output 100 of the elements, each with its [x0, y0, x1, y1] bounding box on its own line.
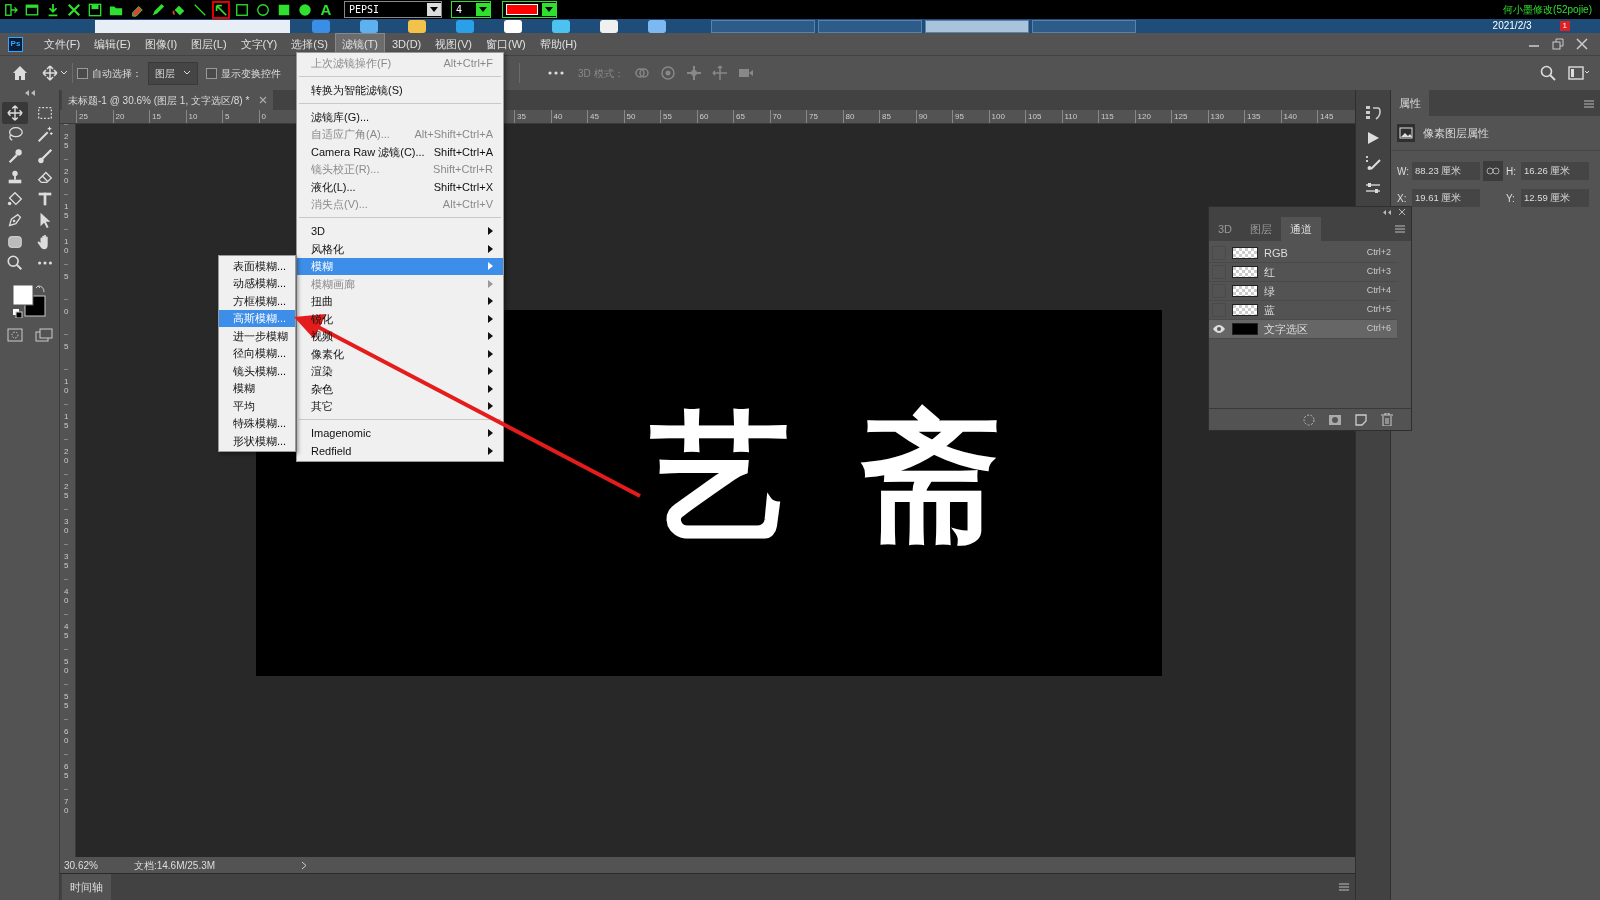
quick-mask-icon[interactable] [6, 328, 23, 342]
value-field[interactable]: 12.59 厘米 [1521, 189, 1589, 208]
menu-item[interactable]: 锐化 [297, 310, 503, 328]
more-icon[interactable] [548, 71, 564, 75]
taskbar-button[interactable] [925, 19, 1029, 33]
menu-item[interactable]: 像素化 [297, 345, 503, 363]
eye-icon[interactable] [1212, 322, 1226, 336]
canvas-text: 艺 [650, 408, 790, 548]
ruler-label: 25 [76, 110, 113, 123]
menu-item[interactable]: 形状模糊... [219, 432, 295, 450]
ruler-label: 20 [64, 439, 69, 474]
caret-icon[interactable] [60, 70, 68, 76]
menu-item[interactable]: Redfield [297, 442, 503, 460]
panel-tab[interactable]: 3D [1209, 217, 1242, 241]
text-tool[interactable]: A [317, 0, 335, 19]
restore-icon[interactable] [1552, 38, 1564, 50]
app-icon[interactable] [598, 19, 620, 33]
move-icon[interactable] [42, 65, 58, 81]
menu-item[interactable]: 3D(D) [384, 32, 429, 56]
menu-item[interactable]: 窗口(W) [478, 32, 533, 56]
menu-item[interactable]: 方框模糊... [219, 292, 295, 310]
menu-item[interactable]: 镜头模糊... [219, 362, 295, 380]
menu-item[interactable]: 平均 [219, 397, 295, 415]
ruler-label: 50 [623, 110, 660, 123]
menu-item[interactable]: 其它 [297, 397, 503, 415]
timeline-tab[interactable]: 时间轴 [62, 874, 111, 900]
ruler-label: 70 [769, 110, 806, 123]
menu-item[interactable]: 3D [297, 222, 503, 240]
app-icon[interactable] [646, 19, 668, 33]
menu-item[interactable]: 滤镜库(G)... [297, 108, 503, 126]
search-icon[interactable] [1540, 65, 1556, 81]
caret-icon [478, 5, 488, 14]
move-icon[interactable] [1, 102, 28, 124]
brush-settings-icon[interactable] [1365, 155, 1381, 171]
taskbar-search[interactable] [95, 19, 290, 33]
menu-item[interactable]: 模糊 [219, 379, 295, 397]
value-field[interactable]: 19.61 厘米 [1412, 189, 1480, 208]
close-icon[interactable] [1576, 38, 1588, 50]
trash-icon[interactable] [1381, 413, 1393, 426]
value-field[interactable]: 16.26 厘米 [1521, 161, 1589, 181]
menu-item[interactable]: 杂色 [297, 380, 503, 398]
menu-item[interactable]: 文件(F) [37, 32, 88, 56]
play-icon[interactable] [1366, 131, 1380, 145]
menu-item[interactable]: 进一步模糊 [219, 327, 295, 345]
font-dropdown[interactable]: PEPSI [344, 1, 442, 18]
close-icon[interactable] [1399, 209, 1405, 215]
ruler-label: 55 [660, 110, 697, 123]
menu-item[interactable]: 特殊模糊... [219, 414, 295, 432]
menu-icon[interactable] [1339, 883, 1349, 891]
menu-item[interactable]: 转换为智能滤镜(S) [297, 81, 503, 99]
selection-icon[interactable] [1303, 413, 1315, 426]
chevron-icon[interactable] [301, 860, 308, 870]
panel-tab[interactable]: 图层 [1241, 217, 1282, 241]
mask-icon[interactable] [1329, 414, 1341, 425]
new-channel-icon[interactable] [1355, 413, 1367, 426]
panel-tab[interactable]: 属性 [1391, 89, 1429, 116]
size-dropdown[interactable]: 4 [451, 1, 491, 18]
menu-item[interactable]: 风格化 [297, 240, 503, 258]
menu-item[interactable]: 帮助(H) [532, 32, 584, 56]
app-icon[interactable] [406, 19, 428, 33]
menu-item[interactable]: 扭曲 [297, 292, 503, 310]
menu-item[interactable]: 液化(L)... Shift+Ctrl+X [297, 178, 503, 196]
ruler-label: 10 [185, 110, 222, 123]
menu-item[interactable]: 视图(V) [428, 32, 479, 56]
color-swatches-icon[interactable] [11, 284, 48, 318]
menu-icon[interactable] [1395, 225, 1405, 233]
caret-icon [183, 70, 191, 76]
screen-mode-icon[interactable] [34, 328, 53, 342]
menu-item[interactable]: 图层(L) [184, 32, 234, 56]
ruler-label: 65 [733, 110, 770, 123]
panel-tab[interactable]: 通道 [1281, 217, 1322, 241]
menu-item[interactable]: 文字(Y) [233, 32, 285, 56]
menu-item[interactable]: 动感模糊... [219, 274, 295, 292]
checkbox[interactable] [206, 67, 217, 79]
ruler-label: 60 [696, 110, 733, 123]
menu-item[interactable]: 图像(I) [137, 32, 185, 56]
clock-date: 2021/2/3 [1492, 21, 1532, 31]
history-icon[interactable] [1365, 105, 1381, 121]
color-dropdown[interactable] [502, 1, 557, 18]
home-icon[interactable] [12, 65, 28, 81]
menu-item[interactable]: 表面模糊... [219, 257, 295, 275]
workspace-icon[interactable] [1568, 66, 1590, 80]
app-icon[interactable] [502, 19, 524, 33]
menu-item[interactable]: 编辑(E) [87, 32, 138, 56]
menu-item[interactable]: Camera Raw 滤镜(C)... Shift+Ctrl+A [297, 143, 503, 161]
menu-item[interactable]: 选择(S) [284, 32, 335, 56]
menu-icon[interactable] [1584, 100, 1594, 108]
value-field[interactable]: 88.23 厘米 [1412, 161, 1480, 181]
link-button[interactable] [1483, 161, 1503, 181]
app-icon[interactable] [358, 19, 380, 33]
zoom-level: 30.62% [64, 858, 98, 873]
checkbox[interactable] [77, 67, 88, 79]
target-dropdown[interactable]: 图层 [148, 61, 198, 85]
ruler-label: 35 [64, 544, 69, 579]
app-icon[interactable] [550, 19, 572, 33]
menu-item[interactable]: Imagenomic [297, 424, 503, 442]
menu-item[interactable]: 渲染 [297, 362, 503, 380]
document-tab[interactable]: 未标题-1 @ 30.6% (图层 1, 文字选区/8) * [62, 90, 274, 110]
menu-item[interactable]: 径向模糊... [219, 344, 295, 362]
collapse-icon[interactable] [1383, 209, 1391, 215]
